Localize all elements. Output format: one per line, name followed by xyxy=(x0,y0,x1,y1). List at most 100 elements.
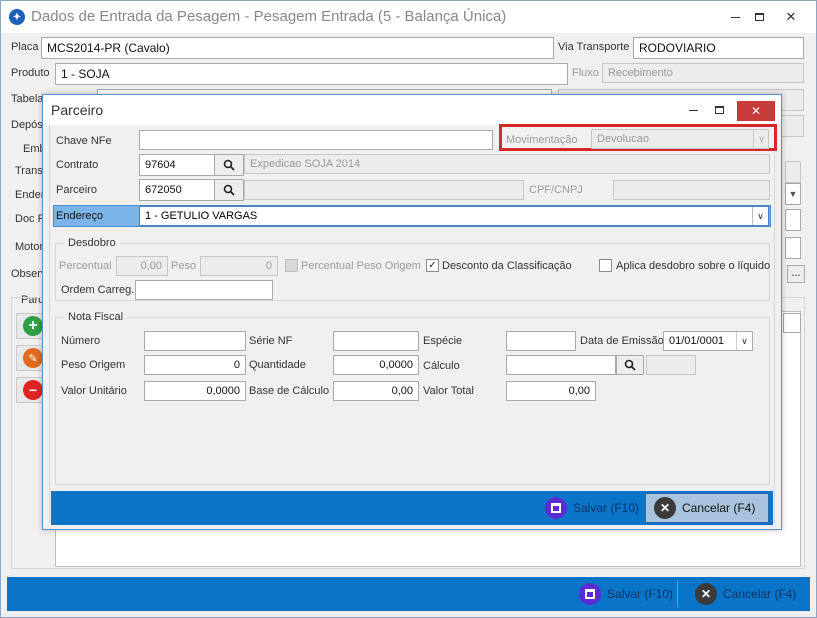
dialog-cancel-label: Cancelar (F4) xyxy=(682,501,756,515)
produto-label: Produto xyxy=(11,67,50,79)
data-emissao-chevron-down-icon[interactable]: ∨ xyxy=(736,332,752,350)
contrato-description: Expedicao SOJA 2014 xyxy=(244,154,770,174)
valor-total-label: Valor Total xyxy=(423,385,474,397)
data-emissao-label: Data de Emissão xyxy=(580,335,664,347)
serie-nf-field[interactable] xyxy=(333,331,419,351)
serie-nf-label: Série NF xyxy=(249,335,293,347)
desdobro-legend: Desdobro xyxy=(68,237,116,249)
dialog-close-button[interactable]: ✕ xyxy=(737,101,775,121)
doc-extra-field[interactable] xyxy=(785,209,801,231)
ordem-carreg-field[interactable] xyxy=(135,280,273,300)
quantidade-label: Quantidade xyxy=(249,359,306,371)
ender-extra-dropdown[interactable]: ▼ xyxy=(785,183,801,205)
quantidade-field[interactable]: 0,0000 xyxy=(333,355,419,375)
save-icon xyxy=(545,497,567,519)
dialog-maximize-button[interactable] xyxy=(707,99,731,121)
main-footer-divider xyxy=(677,581,678,607)
percentual-field: 0,00 xyxy=(116,256,168,276)
chave-nfe-field[interactable] xyxy=(139,130,493,150)
valor-total-field[interactable]: 0,00 xyxy=(506,381,596,401)
transp-extra-field xyxy=(785,161,801,183)
motor-extra-field[interactable] xyxy=(785,237,801,259)
dialog-title-bar: Parceiro ✕ xyxy=(43,95,781,125)
numero-field[interactable] xyxy=(144,331,246,351)
cancel-icon: ✕ xyxy=(695,583,717,605)
parceiro-label: Parceiro xyxy=(56,184,97,196)
calculo-label: Cálculo xyxy=(423,360,460,372)
peso-origem-field[interactable]: 0 xyxy=(144,355,246,375)
main-window-title: Dados de Entrada da Pesagem - Pesagem En… xyxy=(31,8,507,25)
parceiro-field[interactable]: 672050 xyxy=(139,179,215,201)
tabela-label: Tabela xyxy=(11,93,44,105)
nota-fiscal-legend: Nota Fiscal xyxy=(68,311,124,323)
parc-extra-field[interactable] xyxy=(783,313,801,333)
edit-icon: ✎ xyxy=(23,348,43,368)
base-calculo-field[interactable]: 0,00 xyxy=(333,381,419,401)
peso-field: 0 xyxy=(200,256,278,276)
fluxo-field: Recebimento xyxy=(602,63,804,83)
contrato-search-button[interactable] xyxy=(214,154,244,176)
parceiro-search-button[interactable] xyxy=(214,179,244,201)
dialog-save-button[interactable]: Salvar (F10) xyxy=(541,495,643,521)
motor-label: Motor xyxy=(15,241,44,253)
app-logo-icon: ✦ xyxy=(9,9,25,25)
calculo-field[interactable] xyxy=(506,355,616,375)
close-icon: ✕ xyxy=(785,9,797,24)
main-footer: Salvar (F10) ✕ Cancelar (F4) xyxy=(7,577,810,611)
dialog-cancel-button[interactable]: ✕ Cancelar (F4) xyxy=(645,493,769,523)
deposito-extra-field xyxy=(781,115,804,137)
main-title-bar: ✦ Dados de Entrada da Pesagem - Pesagem … xyxy=(1,1,816,33)
movimentacao-dropdown: Devolucao xyxy=(591,129,769,149)
ender-label: Ender xyxy=(15,189,45,201)
close-icon: ✕ xyxy=(750,104,762,118)
calculo-search-button[interactable] xyxy=(616,355,644,375)
desconto-classificacao-label: Desconto da Classificação xyxy=(442,260,572,272)
main-cancel-label: Cancelar (F4) xyxy=(723,587,797,601)
parceiro-description xyxy=(244,180,524,200)
valor-unitario-label: Valor Unitário xyxy=(61,385,127,397)
main-save-button[interactable]: Salvar (F10) xyxy=(575,581,677,607)
especie-field[interactable] xyxy=(506,331,576,351)
main-save-label: Salvar (F10) xyxy=(607,587,674,601)
valor-unitario-field[interactable]: 0,0000 xyxy=(144,381,246,401)
numero-label: Número xyxy=(61,335,101,347)
deposito-label: Depós xyxy=(11,119,43,131)
dialog-minimize-button[interactable] xyxy=(681,99,705,121)
via-transporte-field[interactable]: RODOVIARIO xyxy=(633,37,804,59)
aplica-desdobro-checkbox[interactable] xyxy=(599,259,612,272)
calculo-description xyxy=(646,355,696,375)
chevron-down-icon: ▼ xyxy=(788,189,798,199)
dialog-save-label: Salvar (F10) xyxy=(573,501,640,515)
contrato-label: Contrato xyxy=(56,159,99,171)
endereco-label: Endereço xyxy=(56,210,104,222)
produto-field[interactable]: 1 - SOJA xyxy=(55,63,568,85)
peso-label: Peso xyxy=(171,260,197,272)
movimentacao-label: Movimentação xyxy=(506,134,578,146)
via-transporte-label: Via Transporte xyxy=(558,41,630,53)
movimentacao-chevron-down-icon: ∨ xyxy=(753,130,769,148)
peso-origem-label: Peso Origem xyxy=(61,359,126,371)
desconto-classificacao-checkbox[interactable]: ✓ xyxy=(426,259,439,272)
observ-more-button[interactable]: ... xyxy=(787,265,805,283)
endereco-chevron-down-icon[interactable]: ∨ xyxy=(752,207,768,225)
percentual-peso-origem-label: Percentual Peso Origem xyxy=(301,260,421,272)
dialog-title: Parceiro xyxy=(51,102,104,118)
base-calculo-label: Base de Cálculo xyxy=(249,385,330,397)
remove-icon: − xyxy=(23,380,43,400)
main-cancel-button[interactable]: ✕ Cancelar (F4) xyxy=(691,581,800,607)
save-icon xyxy=(579,583,601,605)
parceiro-dialog: Parceiro ✕ Chave NFe Movimentação Devolu… xyxy=(42,94,782,530)
cancel-icon: ✕ xyxy=(654,497,676,519)
especie-label: Espécie xyxy=(423,335,463,347)
search-icon xyxy=(624,359,636,371)
placa-label: Placa xyxy=(11,41,39,53)
maximize-button[interactable] xyxy=(747,5,771,29)
close-button[interactable]: ✕ xyxy=(773,5,809,29)
aplica-desdobro-label: Aplica desdobro sobre o líquido xyxy=(616,260,771,272)
search-icon xyxy=(223,184,235,196)
ordem-carreg-label: Ordem Carreg. xyxy=(61,284,135,296)
placa-field[interactable]: MCS2014-PR (Cavalo) xyxy=(41,37,554,59)
minimize-button[interactable] xyxy=(723,5,747,29)
endereco-dropdown[interactable]: 1 - GETULIO VARGAS xyxy=(139,206,769,226)
contrato-field[interactable]: 97604 xyxy=(139,154,215,176)
